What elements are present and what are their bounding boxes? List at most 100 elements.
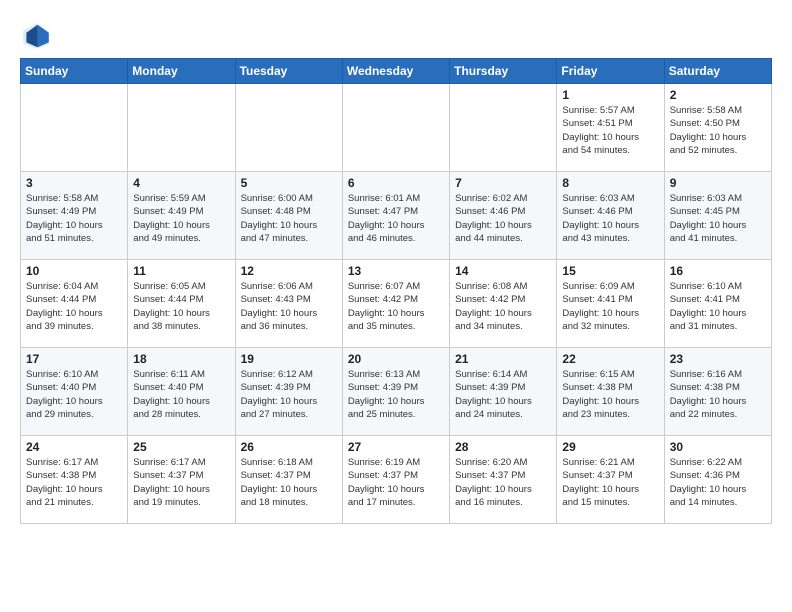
day-number: 2 (670, 88, 766, 102)
day-info: Sunrise: 6:16 AM Sunset: 4:38 PM Dayligh… (670, 368, 766, 421)
day-cell: 5 Sunrise: 6:00 AM Sunset: 4:48 PM Daylig… (235, 172, 342, 260)
day-number: 17 (26, 352, 122, 366)
day-info: Sunrise: 6:04 AM Sunset: 4:44 PM Dayligh… (26, 280, 122, 333)
day-cell (342, 84, 449, 172)
day-info: Sunrise: 6:10 AM Sunset: 4:41 PM Dayligh… (670, 280, 766, 333)
day-info: Sunrise: 6:06 AM Sunset: 4:43 PM Dayligh… (241, 280, 337, 333)
day-number: 30 (670, 440, 766, 454)
day-cell: 14Sunrise: 6:08 AM Sunset: 4:42 PM Dayli… (450, 260, 557, 348)
day-number: 1 (562, 88, 658, 102)
week-row-5: 24 Sunrise: 6:17 AM Sunset: 4:38 PM Dayli… (21, 436, 772, 524)
day-info: Sunrise: 5:58 AM Sunset: 4:50 PM Dayligh… (670, 104, 766, 157)
day-number: 28 (455, 440, 551, 454)
day-info: Sunrise: 6:00 AM Sunset: 4:48 PM Dayligh… (241, 192, 337, 245)
weekday-header-thursday: Thursday (450, 59, 557, 84)
day-info: Sunrise: 6:05 AM Sunset: 4:44 PM Dayligh… (133, 280, 229, 333)
day-number: 21 (455, 352, 551, 366)
day-info: Sunrise: 6:10 AM Sunset: 4:40 PM Dayligh… (26, 368, 122, 421)
day-number: 26 (241, 440, 337, 454)
day-info: Sunrise: 6:15 AM Sunset: 4:38 PM Dayligh… (562, 368, 658, 421)
day-number: 10 (26, 264, 122, 278)
day-info: Sunrise: 6:13 AM Sunset: 4:39 PM Dayligh… (348, 368, 444, 421)
day-cell: 25Sunrise: 6:17 AM Sunset: 4:37 PM Dayli… (128, 436, 235, 524)
day-number: 14 (455, 264, 551, 278)
day-number: 13 (348, 264, 444, 278)
day-number: 7 (455, 176, 551, 190)
day-info: Sunrise: 6:12 AM Sunset: 4:39 PM Dayligh… (241, 368, 337, 421)
day-cell: 12 Sunrise: 6:06 AM Sunset: 4:43 PM Dayli… (235, 260, 342, 348)
day-cell (450, 84, 557, 172)
calendar-table: SundayMondayTuesdayWednesdayThursdayFrid… (20, 58, 772, 524)
day-cell: 3Sunrise: 5:58 AM Sunset: 4:49 PM Daylig… (21, 172, 128, 260)
day-number: 4 (133, 176, 229, 190)
day-info: Sunrise: 6:22 AM Sunset: 4:36 PM Dayligh… (670, 456, 766, 509)
day-info: Sunrise: 6:17 AM Sunset: 4:38 PM Dayligh… (26, 456, 122, 509)
day-cell: 16 Sunrise: 6:10 AM Sunset: 4:41 PM Dayli… (664, 260, 771, 348)
weekday-header-saturday: Saturday (664, 59, 771, 84)
day-cell: 9 Sunrise: 6:03 AM Sunset: 4:45 PM Daylig… (664, 172, 771, 260)
day-cell: 21 Sunrise: 6:14 AM Sunset: 4:39 PM Dayli… (450, 348, 557, 436)
weekday-header-monday: Monday (128, 59, 235, 84)
day-info: Sunrise: 6:11 AM Sunset: 4:40 PM Dayligh… (133, 368, 229, 421)
day-info: Sunrise: 5:59 AM Sunset: 4:49 PM Dayligh… (133, 192, 229, 245)
day-cell: 8 Sunrise: 6:03 AM Sunset: 4:46 PM Daylig… (557, 172, 664, 260)
day-number: 8 (562, 176, 658, 190)
day-cell: 26Sunrise: 6:18 AM Sunset: 4:37 PM Dayli… (235, 436, 342, 524)
logo (20, 20, 56, 52)
day-number: 24 (26, 440, 122, 454)
week-row-3: 10 Sunrise: 6:04 AM Sunset: 4:44 PM Dayli… (21, 260, 772, 348)
day-cell: 24 Sunrise: 6:17 AM Sunset: 4:38 PM Dayli… (21, 436, 128, 524)
header (20, 20, 772, 52)
day-number: 16 (670, 264, 766, 278)
day-number: 27 (348, 440, 444, 454)
weekday-header-friday: Friday (557, 59, 664, 84)
week-row-2: 3Sunrise: 5:58 AM Sunset: 4:49 PM Daylig… (21, 172, 772, 260)
day-cell: 2 Sunrise: 5:58 AM Sunset: 4:50 PM Daylig… (664, 84, 771, 172)
day-cell: 1 Sunrise: 5:57 AM Sunset: 4:51 PM Daylig… (557, 84, 664, 172)
day-number: 5 (241, 176, 337, 190)
day-number: 6 (348, 176, 444, 190)
week-row-1: 1 Sunrise: 5:57 AM Sunset: 4:51 PM Daylig… (21, 84, 772, 172)
day-cell: 17 Sunrise: 6:10 AM Sunset: 4:40 PM Dayli… (21, 348, 128, 436)
day-number: 22 (562, 352, 658, 366)
day-info: Sunrise: 5:57 AM Sunset: 4:51 PM Dayligh… (562, 104, 658, 157)
day-info: Sunrise: 6:19 AM Sunset: 4:37 PM Dayligh… (348, 456, 444, 509)
week-row-4: 17 Sunrise: 6:10 AM Sunset: 4:40 PM Dayli… (21, 348, 772, 436)
day-info: Sunrise: 6:07 AM Sunset: 4:42 PM Dayligh… (348, 280, 444, 333)
day-cell: 15Sunrise: 6:09 AM Sunset: 4:41 PM Dayli… (557, 260, 664, 348)
day-number: 3 (26, 176, 122, 190)
day-cell: 29Sunrise: 6:21 AM Sunset: 4:37 PM Dayli… (557, 436, 664, 524)
weekday-header-sunday: Sunday (21, 59, 128, 84)
weekday-header-wednesday: Wednesday (342, 59, 449, 84)
day-cell: 6 Sunrise: 6:01 AM Sunset: 4:47 PM Daylig… (342, 172, 449, 260)
day-number: 18 (133, 352, 229, 366)
day-cell: 30 Sunrise: 6:22 AM Sunset: 4:36 PM Dayli… (664, 436, 771, 524)
weekday-header-tuesday: Tuesday (235, 59, 342, 84)
day-cell: 13 Sunrise: 6:07 AM Sunset: 4:42 PM Dayli… (342, 260, 449, 348)
day-info: Sunrise: 6:17 AM Sunset: 4:37 PM Dayligh… (133, 456, 229, 509)
day-cell: 19Sunrise: 6:12 AM Sunset: 4:39 PM Dayli… (235, 348, 342, 436)
day-info: Sunrise: 6:01 AM Sunset: 4:47 PM Dayligh… (348, 192, 444, 245)
day-cell: 18 Sunrise: 6:11 AM Sunset: 4:40 PM Dayli… (128, 348, 235, 436)
day-cell: 20 Sunrise: 6:13 AM Sunset: 4:39 PM Dayli… (342, 348, 449, 436)
day-cell: 7Sunrise: 6:02 AM Sunset: 4:46 PM Daylig… (450, 172, 557, 260)
day-info: Sunrise: 6:03 AM Sunset: 4:46 PM Dayligh… (562, 192, 658, 245)
day-cell: 4 Sunrise: 5:59 AM Sunset: 4:49 PM Daylig… (128, 172, 235, 260)
day-number: 20 (348, 352, 444, 366)
day-cell (128, 84, 235, 172)
day-cell: 11Sunrise: 6:05 AM Sunset: 4:44 PM Dayli… (128, 260, 235, 348)
day-number: 12 (241, 264, 337, 278)
day-number: 23 (670, 352, 766, 366)
day-info: Sunrise: 6:03 AM Sunset: 4:45 PM Dayligh… (670, 192, 766, 245)
logo-icon (20, 20, 52, 52)
day-cell: 23 Sunrise: 6:16 AM Sunset: 4:38 PM Dayli… (664, 348, 771, 436)
day-info: Sunrise: 6:20 AM Sunset: 4:37 PM Dayligh… (455, 456, 551, 509)
day-cell (235, 84, 342, 172)
day-info: Sunrise: 6:14 AM Sunset: 4:39 PM Dayligh… (455, 368, 551, 421)
day-cell: 27 Sunrise: 6:19 AM Sunset: 4:37 PM Dayli… (342, 436, 449, 524)
day-cell: 10 Sunrise: 6:04 AM Sunset: 4:44 PM Dayli… (21, 260, 128, 348)
day-cell (21, 84, 128, 172)
day-number: 9 (670, 176, 766, 190)
day-number: 15 (562, 264, 658, 278)
weekday-header-row: SundayMondayTuesdayWednesdayThursdayFrid… (21, 59, 772, 84)
